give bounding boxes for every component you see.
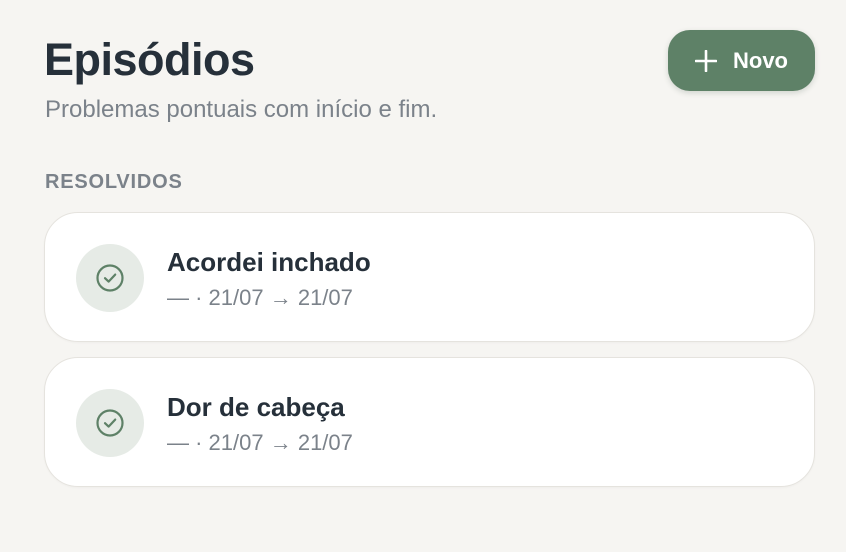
- episode-card[interactable]: Dor de cabeça — · 21/07 → 21/07: [44, 357, 815, 487]
- episode-card[interactable]: Acordei inchado — · 21/07 → 21/07: [44, 212, 815, 342]
- page-title: Episódios: [44, 34, 255, 85]
- plus-icon: [695, 49, 717, 72]
- page-subtitle: Problemas pontuais com início e fim.: [45, 96, 438, 123]
- status-badge: [76, 244, 144, 312]
- status-badge: [76, 389, 144, 457]
- episodes-page: Episódios Problemas pontuais com início …: [0, 0, 846, 552]
- episode-title: Acordei inchado: [167, 247, 371, 277]
- new-episode-button[interactable]: Novo: [668, 30, 815, 91]
- check-circle-icon: [96, 264, 124, 292]
- episode-dates: — · 21/07 → 21/07: [167, 285, 353, 310]
- section-label-resolved: RESOLVIDOS: [45, 171, 183, 193]
- episode-dates: — · 21/07 → 21/07: [167, 430, 353, 455]
- episode-title: Dor de cabeça: [167, 392, 345, 422]
- episode-list: Acordei inchado — · 21/07 → 21/07 Dor de…: [44, 212, 815, 502]
- check-circle-icon: [96, 409, 124, 437]
- new-button-label: Novo: [733, 47, 788, 73]
